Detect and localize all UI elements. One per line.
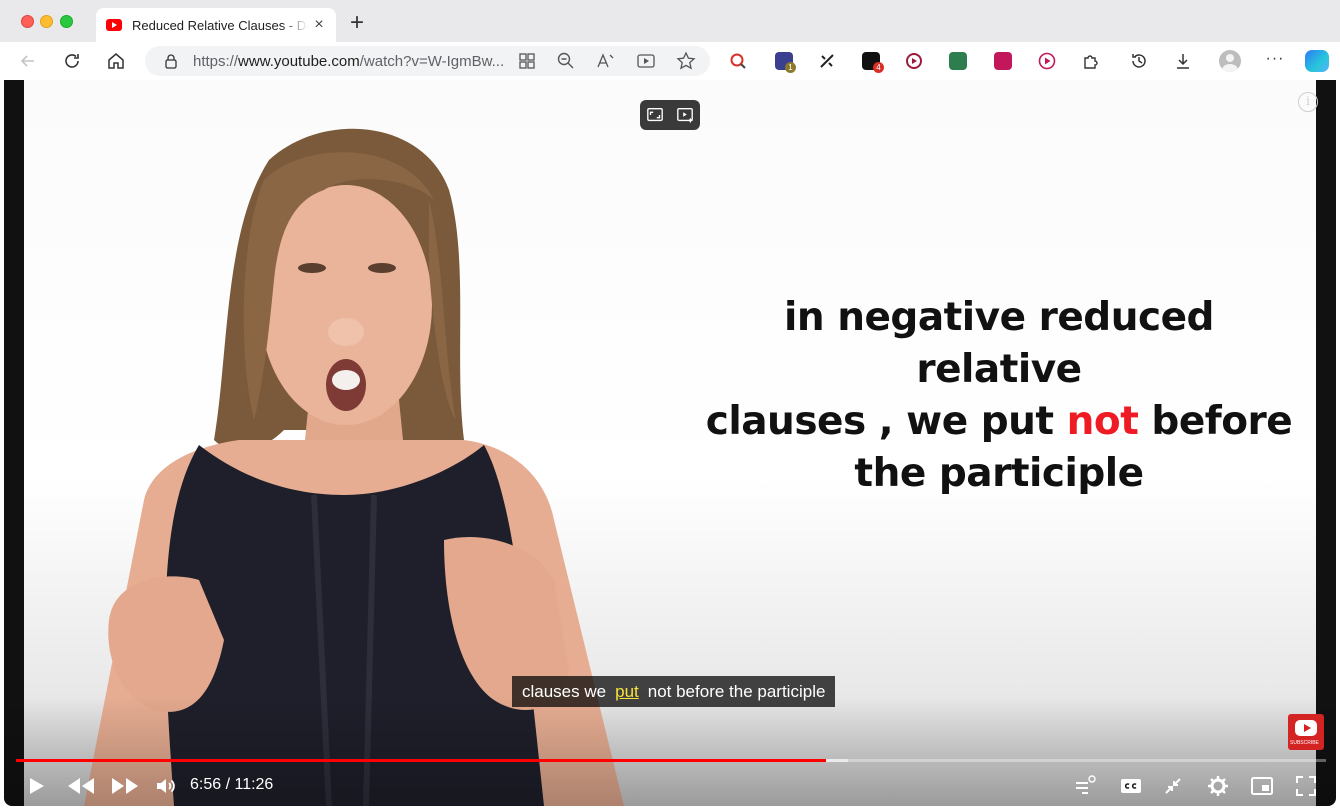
closed-caption: clauses we put not before the participle <box>512 676 836 707</box>
slide-line-2-start: clauses , we put <box>705 399 1067 444</box>
video-extension-icon[interactable] <box>905 52 923 70</box>
subscribe-watermark-icon[interactable]: SUBSCRIBE <box>1288 714 1324 750</box>
tools-extension-icon[interactable] <box>818 52 836 70</box>
address-bar[interactable]: https://www.youtube.com/watch?v=W-IgmBw.… <box>145 46 710 76</box>
puzzle-extensions-icon[interactable] <box>1082 52 1100 70</box>
fast-forward-button[interactable] <box>108 772 142 800</box>
settings-button[interactable] <box>1204 772 1232 800</box>
back-button[interactable] <box>16 49 40 73</box>
subtitles-button[interactable] <box>1117 772 1145 800</box>
slide-line-2: clauses , we put not before <box>704 396 1294 448</box>
minimize-window-button[interactable] <box>40 15 53 28</box>
play-button[interactable] <box>22 772 50 800</box>
slide-text: in negative reduced relative clauses , w… <box>704 292 1294 500</box>
reload-icon <box>65 54 79 68</box>
title-bar: Reduced Relative Clauses - Defining × + <box>0 0 1340 42</box>
picture-in-picture-icon[interactable] <box>644 104 666 126</box>
apps-icon[interactable] <box>517 51 537 71</box>
fullscreen-icon <box>1296 776 1316 796</box>
home-button[interactable] <box>104 49 128 73</box>
search-extension-icon[interactable] <box>729 52 747 70</box>
browser-toolbar: https://www.youtube.com/watch?v=W-IgmBw.… <box>0 42 1340 80</box>
cc-icon <box>1121 779 1141 793</box>
url-path: /watch?v=W-IgmBw... <box>359 53 505 70</box>
fast-forward-icon <box>112 778 138 794</box>
autoplay-button[interactable] <box>1071 772 1099 800</box>
miniplayer-button[interactable] <box>1248 772 1276 800</box>
url-text[interactable]: https://www.youtube.com/watch?v=W-IgmBw.… <box>193 53 504 70</box>
player-controls: 6:56 / 11:26 <box>4 766 1336 806</box>
slide-line-3: the participle <box>854 451 1144 496</box>
gear-icon <box>1208 776 1228 796</box>
slide-emphasis-not: not <box>1066 399 1139 444</box>
notes-extension-badge: 1 <box>785 62 796 73</box>
video-sparkle-icon[interactable] <box>674 104 696 126</box>
video-overlay-controls <box>640 100 700 130</box>
volume-icon <box>157 779 175 793</box>
immersive-reader-icon[interactable] <box>636 51 656 71</box>
zoom-out-icon[interactable] <box>556 51 576 71</box>
mute-button[interactable] <box>152 772 180 800</box>
progress-played <box>16 759 826 762</box>
url-host: www.youtube.com <box>238 53 360 70</box>
tab-extension-badge: 4 <box>873 62 884 73</box>
progress-bar[interactable] <box>16 759 1326 762</box>
collapse-arrows-icon <box>1165 778 1181 794</box>
play-icon <box>30 778 44 794</box>
copilot-icon[interactable] <box>1305 50 1329 72</box>
home-icon <box>108 53 124 69</box>
slide-line-1: in negative reduced relative <box>784 295 1214 392</box>
video-player[interactable]: in negative reduced relative clauses , w… <box>4 80 1336 806</box>
zoom-window-button[interactable] <box>60 15 73 28</box>
browser-tab-active[interactable]: Reduced Relative Clauses - Defining × <box>96 8 336 42</box>
caption-highlight-word: put <box>615 681 639 701</box>
history-icon[interactable] <box>1130 52 1148 70</box>
fullscreen-button[interactable] <box>1292 772 1320 800</box>
more-menu-icon[interactable]: ··· <box>1263 47 1287 71</box>
back-arrow-icon <box>20 55 34 67</box>
caption-text-before: clauses we <box>522 681 607 701</box>
downloads-icon[interactable] <box>1174 52 1192 70</box>
read-aloud-icon[interactable] <box>596 51 616 71</box>
youtube-favicon-icon <box>106 19 122 31</box>
miniplayer-icon <box>1251 777 1273 795</box>
tab-close-icon[interactable]: × <box>310 16 328 34</box>
favorite-star-icon[interactable] <box>676 51 696 71</box>
autoplay-icon <box>1076 775 1096 794</box>
profile-avatar[interactable] <box>1219 50 1241 72</box>
new-tab-button[interactable]: + <box>344 10 370 36</box>
trello-extension-icon[interactable] <box>994 52 1012 70</box>
download-extension-icon[interactable] <box>949 52 967 70</box>
subscribe-watermark-label: SUBSCRIBE <box>1290 740 1319 746</box>
info-icon[interactable]: i <box>1298 92 1318 112</box>
rewind-icon <box>68 778 94 794</box>
reload-button[interactable] <box>60 49 84 73</box>
url-prefix: https:// <box>193 53 239 70</box>
tab-title: Reduced Relative Clauses - Defining <box>132 17 308 33</box>
time-display: 6:56 / 11:26 <box>190 776 274 793</box>
lock-icon[interactable] <box>163 53 179 69</box>
miniplayer-collapse-button[interactable] <box>1159 772 1187 800</box>
play-extension-icon[interactable] <box>1038 52 1056 70</box>
rewind-button[interactable] <box>64 772 98 800</box>
caption-text-after: not before the participle <box>647 681 826 701</box>
slide-line-2-end: before <box>1138 399 1293 444</box>
close-window-button[interactable] <box>21 15 34 28</box>
